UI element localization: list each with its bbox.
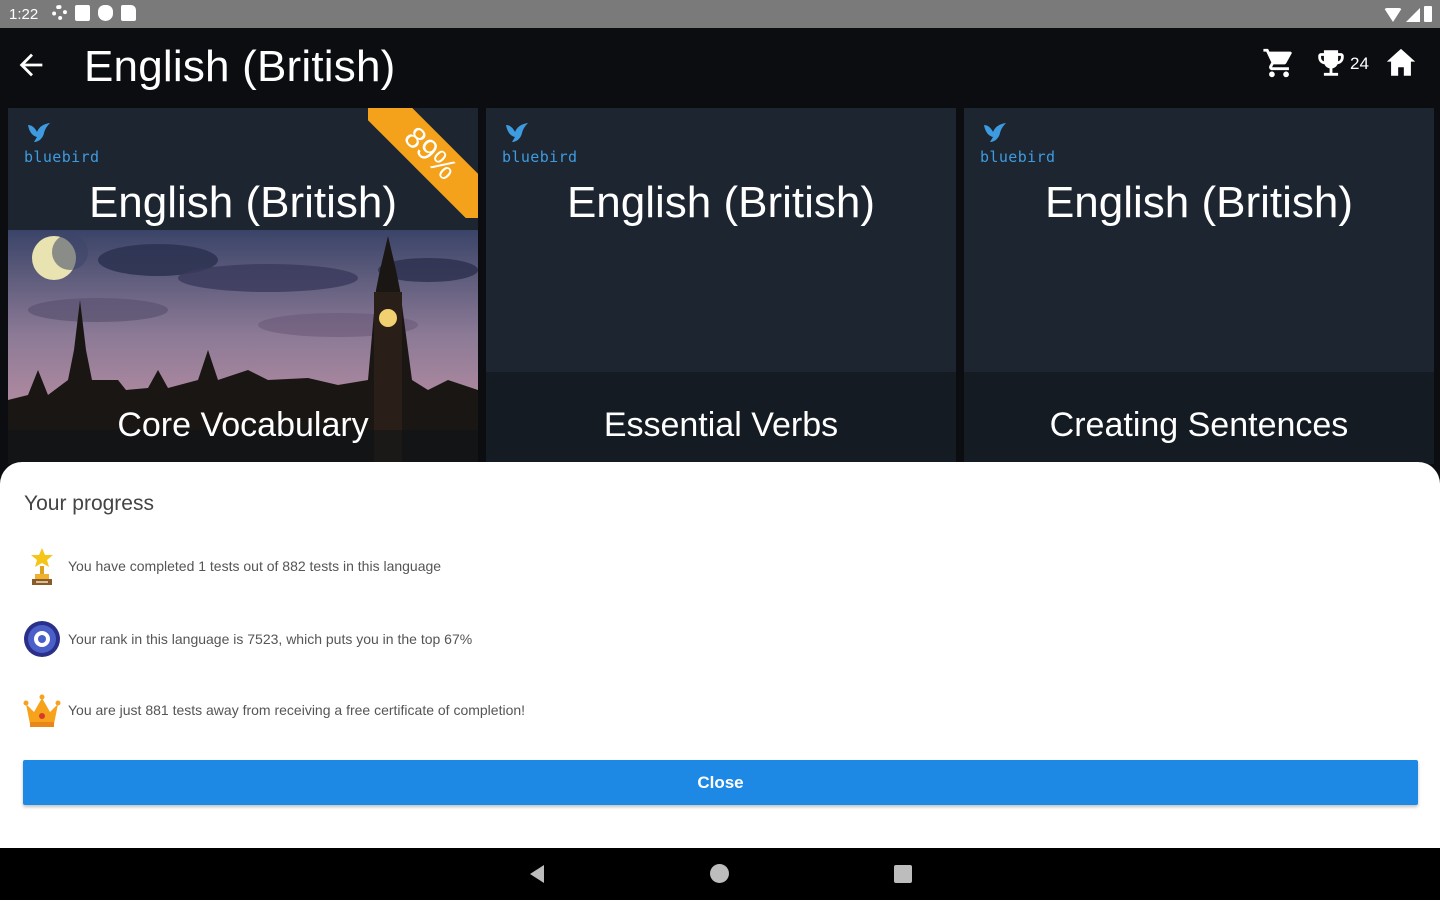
status-notification-icons: [52, 5, 136, 21]
brand-name: bluebird: [502, 148, 578, 166]
nav-recents-icon[interactable]: [894, 865, 912, 883]
battery-icon: [1424, 6, 1432, 22]
signal-icon: [1406, 8, 1420, 22]
trophy-icon: [1318, 50, 1344, 76]
trophy-icon: [31, 548, 53, 585]
card-course-title: Creating Sentences: [1049, 406, 1349, 444]
brand-name: bluebird: [24, 148, 100, 166]
rank-text: Your rank in this language is 7523, whic…: [68, 631, 473, 647]
card-language: English (British): [1044, 178, 1354, 227]
course-card-creating-sentences[interactable]: bluebird English (British) Creating Sent…: [964, 108, 1434, 464]
app-bar: English (British) 24: [0, 28, 1440, 104]
trophy-count: 24: [1350, 54, 1369, 73]
page-title: English (British): [84, 42, 396, 91]
system-nav-bar: [0, 848, 1440, 900]
status-time: 1:22: [9, 6, 39, 23]
status-bar: 1:22: [0, 0, 1440, 28]
progress-sheet: Your progress You have completed 1 tests…: [0, 462, 1440, 848]
arrow-left-icon: [19, 53, 43, 77]
app-notification-icon: [75, 5, 90, 21]
completed-tests-text: You have completed 1 tests out of 882 te…: [68, 558, 442, 574]
status-system-icons: [1384, 6, 1432, 22]
card-course-title: Core Vocabulary: [117, 406, 369, 444]
nav-back-icon[interactable]: [528, 864, 548, 884]
course-card-core-vocabulary[interactable]: bluebird English (British) Core Vocabula…: [8, 108, 478, 464]
crown-icon: [23, 694, 61, 727]
sd-card-icon: [121, 5, 136, 21]
cart-icon: [1263, 48, 1292, 78]
shop-button[interactable]: [1262, 46, 1296, 80]
wifi-icon: [1384, 8, 1402, 22]
card-course-title: Essential Verbs: [603, 406, 839, 444]
shield-notification-icon: [98, 5, 113, 21]
nav-home-icon[interactable]: [710, 864, 729, 883]
home-icon: [1386, 48, 1416, 76]
achievements-button[interactable]: 24: [1314, 46, 1374, 80]
rank-medal-icon: [24, 621, 60, 657]
progress-ribbon: 89%: [368, 108, 478, 218]
bird-icon: [506, 123, 528, 142]
back-button[interactable]: [14, 48, 48, 82]
progress-row-completed: You have completed 1 tests out of 882 te…: [22, 546, 722, 588]
card-language: English (British): [566, 178, 876, 227]
home-button[interactable]: [1384, 46, 1418, 80]
progress-row-certificate: You are just 881 tests away from receivi…: [22, 690, 722, 732]
bird-icon: [28, 123, 50, 142]
certificate-text: You are just 881 tests away from receivi…: [68, 702, 526, 718]
course-card-essential-verbs[interactable]: bluebird English (British) Essential Ver…: [486, 108, 956, 464]
course-card-list: bluebird English (British) Core Vocabula…: [0, 104, 1440, 464]
progress-badge: 89%: [368, 108, 478, 218]
progress-row-rank: Your rank in this language is 7523, whic…: [22, 619, 722, 661]
sheet-title: Your progress: [24, 492, 154, 515]
settings-notification-icon: [52, 5, 67, 20]
bird-icon: [984, 123, 1006, 142]
close-button[interactable]: Close: [23, 760, 1418, 805]
brand-name: bluebird: [980, 148, 1056, 166]
